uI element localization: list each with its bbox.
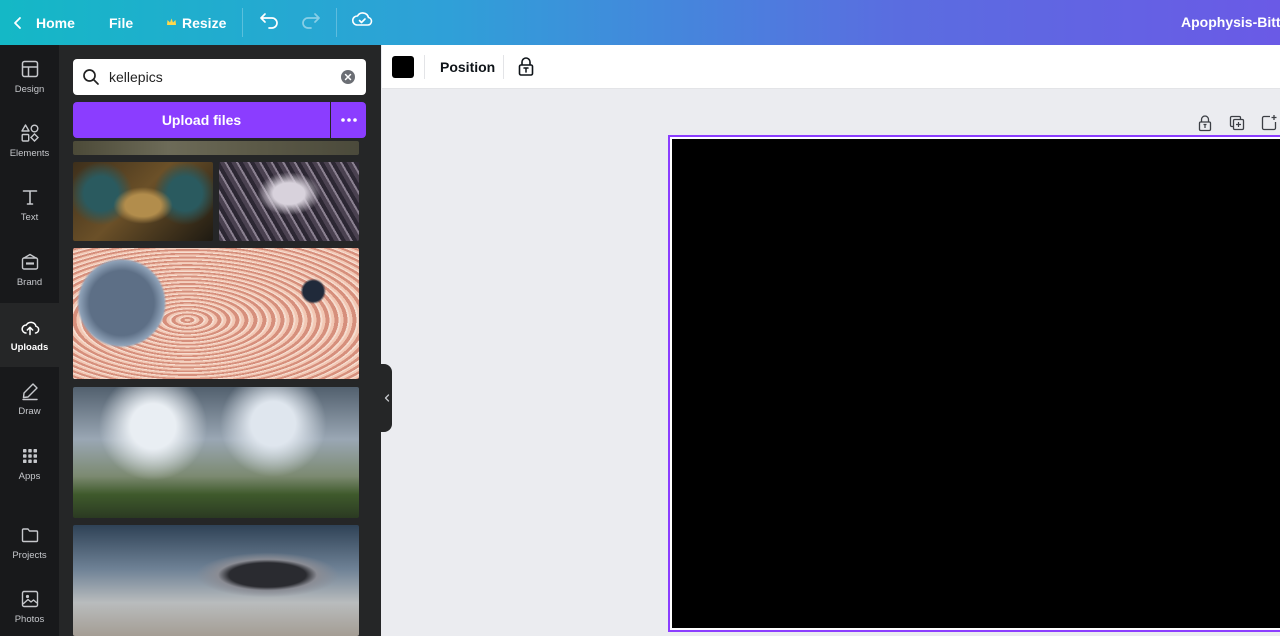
resize-button[interactable]: Resize [166,0,226,45]
toolbar-divider [503,55,504,79]
upload-thumbnail[interactable] [73,387,359,518]
undo-icon [260,13,278,29]
resize-label: Resize [182,14,227,31]
rail-label-photos: Photos [14,614,45,625]
chevron-left-icon [14,16,21,29]
rail-item-design[interactable]: Design [0,45,59,109]
clear-icon[interactable] [340,69,356,85]
rail-item-draw[interactable]: Draw [0,367,59,431]
text-icon [22,190,37,205]
upload-thumbnail[interactable] [73,141,359,155]
canvas-background-element[interactable] [672,139,1280,628]
upload-thumbnail[interactable] [219,162,359,241]
rail-label-projects: Projects [12,550,47,561]
apps-grid-icon [22,449,37,463]
rail-label-uploads: Uploads [10,342,49,353]
position-button[interactable]: Position [432,52,503,82]
undo-button[interactable] [258,8,280,35]
search-input[interactable]: kellepics [109,69,163,85]
left-rail: Design Elements Text Brand Uploads Draw … [0,45,59,636]
rail-item-elements[interactable]: Elements [0,109,59,173]
upload-files-label: Upload files [161,112,242,128]
uploads-panel: kellepics Upload files [59,45,381,636]
rail-item-brand[interactable]: Brand [0,238,59,302]
rail-label-elements: Elements [9,148,50,159]
editor-toolbar: Position [382,45,1280,89]
toolbar-divider [424,55,425,79]
rail-item-uploads[interactable]: Uploads [0,303,59,367]
more-horizontal-icon [340,118,357,122]
image-icon [21,590,38,608]
search-icon [83,69,99,85]
search-box[interactable]: kellepics [73,59,366,95]
redo-icon [302,13,320,29]
lock-icon[interactable] [515,55,537,77]
upload-thumbnail[interactable] [73,162,213,241]
toolbar-divider [242,8,243,37]
upload-files-button[interactable]: Upload files [73,102,330,138]
upload-thumbnail[interactable] [73,248,359,379]
duplicate-page-icon[interactable] [1228,114,1246,132]
rail-item-apps[interactable]: Apps [0,432,59,496]
folder-icon [21,528,38,543]
pen-icon [21,383,38,401]
crown-icon [167,18,176,25]
rail-label-apps: Apps [18,471,41,482]
file-label: File [109,14,134,31]
upload-more-options-button[interactable] [331,102,366,138]
rail-label-text: Text [20,212,39,223]
brand-icon [21,253,38,270]
cloud-upload-icon [20,321,39,336]
rail-item-text[interactable]: Text [0,173,59,237]
file-menu-button[interactable]: File [109,0,133,45]
collapse-panel-handle[interactable] [381,364,392,432]
document-title[interactable]: Apophysis-Bitter [1181,0,1280,45]
chevron-left-icon [384,394,389,402]
home-button[interactable]: Home [12,0,75,45]
layout-icon [21,60,38,78]
shapes-icon [20,124,39,142]
redo-button[interactable] [300,8,322,35]
color-picker-button[interactable] [392,56,414,78]
cloud-check-icon [351,12,373,26]
add-page-icon[interactable] [1260,114,1278,132]
rail-item-projects[interactable]: Projects [0,511,59,575]
toolbar-divider [336,8,337,37]
rail-label-design: Design [14,84,45,95]
rail-label-draw: Draw [18,406,41,417]
rail-label-brand: Brand [16,277,43,288]
rail-item-photos[interactable]: Photos [0,575,59,636]
save-status-button[interactable] [351,8,373,35]
home-label: Home [36,14,75,31]
top-bar: Home File Resize Apophysis-Bitter [0,0,1280,45]
page-lock-icon[interactable] [1196,114,1214,132]
upload-thumbnail[interactable] [73,525,359,636]
